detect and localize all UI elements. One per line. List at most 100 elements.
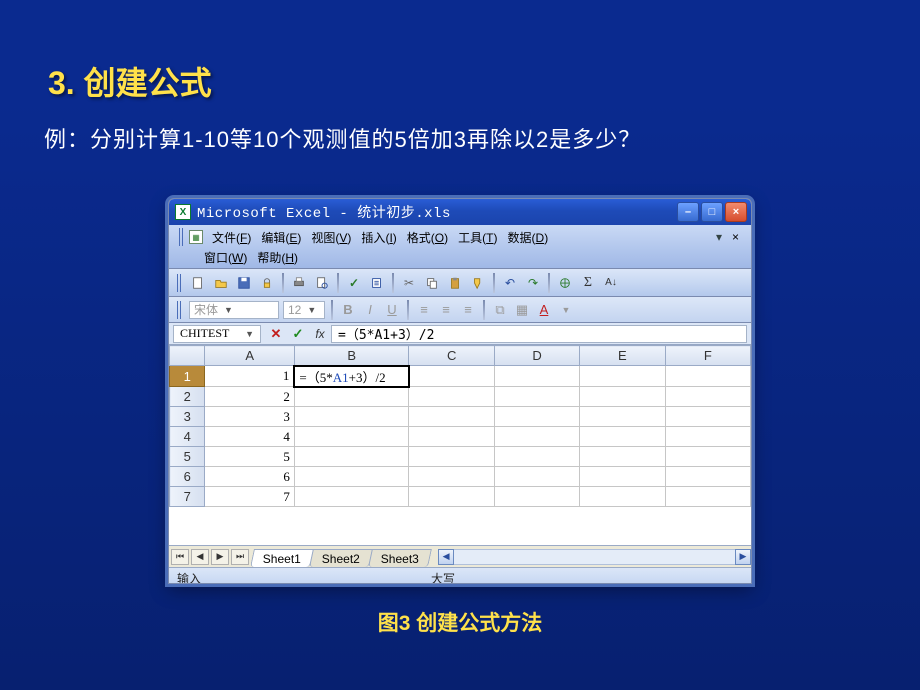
- close-button[interactable]: ×: [725, 202, 747, 222]
- col-header-A[interactable]: A: [205, 346, 295, 366]
- cell-A3[interactable]: 3: [205, 407, 295, 427]
- fx-button[interactable]: fx: [309, 325, 331, 343]
- row-header-2[interactable]: 2: [170, 387, 205, 407]
- tab-nav-prev[interactable]: ◀: [191, 549, 209, 565]
- col-header-B[interactable]: B: [294, 346, 409, 366]
- borders-icon[interactable]: ▦: [513, 301, 531, 319]
- cell[interactable]: [494, 427, 579, 447]
- spreadsheet-grid[interactable]: A B C D E F 1 1 =（5*A1+3）/2 22 33 44 55 …: [169, 345, 751, 507]
- cell[interactable]: [580, 366, 665, 387]
- cell[interactable]: [580, 387, 665, 407]
- permissions-icon[interactable]: [257, 273, 277, 293]
- copy-icon[interactable]: [422, 273, 442, 293]
- row-header-5[interactable]: 5: [170, 447, 205, 467]
- open-icon[interactable]: [211, 273, 231, 293]
- workbook-icon[interactable]: ▦: [189, 230, 203, 244]
- font-size-combo[interactable]: 12 ▼: [283, 301, 325, 319]
- cell[interactable]: [294, 407, 409, 427]
- cell[interactable]: [494, 366, 579, 387]
- horizontal-scrollbar[interactable]: ◀ ▶: [438, 549, 751, 565]
- sheet-tab-2[interactable]: Sheet2: [309, 549, 373, 567]
- row-header-4[interactable]: 4: [170, 427, 205, 447]
- autosum-icon[interactable]: Σ: [578, 273, 598, 293]
- confirm-edit-button[interactable]: ✓: [287, 325, 309, 343]
- cell[interactable]: [580, 427, 665, 447]
- bold-button[interactable]: B: [339, 301, 357, 319]
- cell[interactable]: [409, 447, 494, 467]
- col-header-C[interactable]: C: [409, 346, 494, 366]
- cell[interactable]: [580, 447, 665, 467]
- col-header-E[interactable]: E: [580, 346, 665, 366]
- scroll-left-button[interactable]: ◀: [438, 549, 454, 565]
- cell[interactable]: [294, 427, 409, 447]
- print-icon[interactable]: [289, 273, 309, 293]
- cell[interactable]: [409, 387, 494, 407]
- menu-tools[interactable]: 工具(T): [453, 227, 502, 248]
- new-icon[interactable]: [188, 273, 208, 293]
- scroll-right-button[interactable]: ▶: [735, 549, 751, 565]
- chevron-down-icon[interactable]: ▼: [557, 301, 575, 319]
- italic-button[interactable]: I: [361, 301, 379, 319]
- cell-B1-editing[interactable]: =（5*A1+3）/2: [294, 366, 409, 387]
- cell[interactable]: [294, 487, 409, 507]
- cell[interactable]: [665, 407, 750, 427]
- fontbar-grip[interactable]: [177, 301, 183, 319]
- row-header-6[interactable]: 6: [170, 467, 205, 487]
- cell[interactable]: [409, 467, 494, 487]
- cell[interactable]: [494, 387, 579, 407]
- cell[interactable]: [580, 487, 665, 507]
- select-all-corner[interactable]: [170, 346, 205, 366]
- menu-edit[interactable]: 编辑(E): [256, 227, 306, 248]
- cell[interactable]: [665, 467, 750, 487]
- cancel-edit-button[interactable]: ✕: [265, 325, 287, 343]
- cell[interactable]: [665, 427, 750, 447]
- format-painter-icon[interactable]: [468, 273, 488, 293]
- menu-view[interactable]: 视图(V): [306, 227, 356, 248]
- row-header-7[interactable]: 7: [170, 487, 205, 507]
- cell[interactable]: [409, 366, 494, 387]
- cell[interactable]: [665, 366, 750, 387]
- cell[interactable]: [665, 387, 750, 407]
- menu-data[interactable]: 数据(D): [503, 227, 554, 248]
- cell[interactable]: [494, 447, 579, 467]
- cell-A7[interactable]: 7: [205, 487, 295, 507]
- menu-window[interactable]: 窗口(W): [199, 247, 252, 268]
- col-header-D[interactable]: D: [494, 346, 579, 366]
- cell[interactable]: [494, 407, 579, 427]
- cell[interactable]: [494, 487, 579, 507]
- menu-overflow[interactable]: ▾: [712, 230, 726, 244]
- cell-A6[interactable]: 6: [205, 467, 295, 487]
- name-box[interactable]: CHITEST ▼: [173, 325, 261, 343]
- cell-A2[interactable]: 2: [205, 387, 295, 407]
- print-preview-icon[interactable]: [312, 273, 332, 293]
- menu-file[interactable]: 文件(F): [207, 227, 256, 248]
- menu-help[interactable]: 帮助(H): [252, 247, 303, 268]
- toolbar-grip[interactable]: [177, 274, 183, 292]
- menubar-grip[interactable]: [179, 228, 185, 246]
- col-header-F[interactable]: F: [665, 346, 750, 366]
- save-icon[interactable]: [234, 273, 254, 293]
- align-right-icon[interactable]: ≡: [459, 301, 477, 319]
- cell[interactable]: [665, 447, 750, 467]
- formula-input[interactable]: =（5*A1+3）/2: [331, 325, 747, 343]
- sort-asc-icon[interactable]: A↓: [601, 273, 621, 293]
- research-icon[interactable]: [367, 273, 387, 293]
- cut-icon[interactable]: ✂: [399, 273, 419, 293]
- underline-button[interactable]: U: [383, 301, 401, 319]
- row-header-3[interactable]: 3: [170, 407, 205, 427]
- cell[interactable]: [580, 467, 665, 487]
- cell[interactable]: [294, 467, 409, 487]
- font-family-combo[interactable]: 宋体 ▼: [189, 301, 279, 319]
- cell-A1[interactable]: 1: [205, 366, 295, 387]
- font-color-icon[interactable]: A: [535, 301, 553, 319]
- cell-A4[interactable]: 4: [205, 427, 295, 447]
- cell-A5[interactable]: 5: [205, 447, 295, 467]
- tab-nav-first[interactable]: ⏮: [171, 549, 189, 565]
- paste-icon[interactable]: [445, 273, 465, 293]
- hyperlink-icon[interactable]: [555, 273, 575, 293]
- cell[interactable]: [409, 407, 494, 427]
- cell[interactable]: [409, 487, 494, 507]
- cell[interactable]: [580, 407, 665, 427]
- menu-insert[interactable]: 插入(I): [356, 227, 401, 248]
- minimize-button[interactable]: –: [677, 202, 699, 222]
